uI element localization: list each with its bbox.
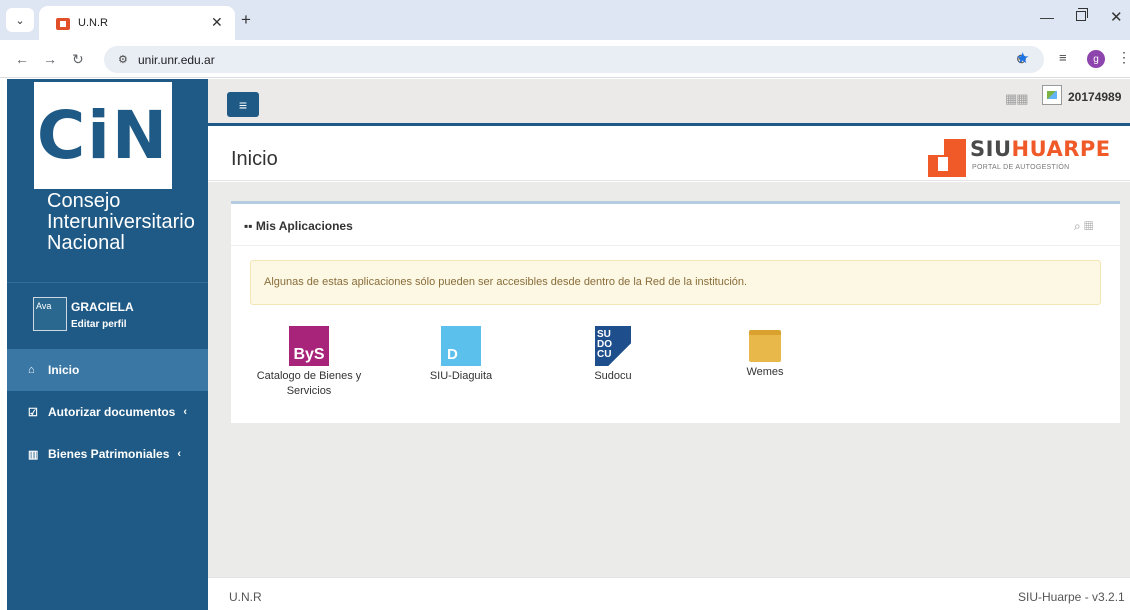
brand-huarpe: HUARPE bbox=[1011, 137, 1111, 161]
sidebar: CiN Consejo Interuniversitario Nacional … bbox=[7, 79, 208, 610]
app-catalogo-bienes-servicios[interactable]: ByS Catalogo de Bienes y Servicios bbox=[239, 326, 379, 399]
cin-logo[interactable]: CiN bbox=[34, 82, 172, 189]
sidebar-item-label: Autorizar documentos bbox=[48, 405, 176, 419]
user-image-icon[interactable] bbox=[1042, 85, 1062, 105]
panel-title: ▪▪ Mis Aplicaciones bbox=[244, 219, 353, 233]
sidebar-item-inicio[interactable]: ⌂ Inicio bbox=[7, 349, 208, 391]
panel-tools: ⌕ ▦ bbox=[1074, 219, 1093, 234]
check-square-icon: ☑ bbox=[28, 406, 38, 419]
bookmark-star-icon[interactable]: ★ bbox=[1016, 49, 1029, 67]
huarpe-mark-icon bbox=[928, 139, 966, 177]
sidebar-item-bienes-patrimoniales[interactable]: ▥ Bienes Patrimoniales ‹ bbox=[7, 433, 208, 475]
browser-toolbar: ← → ↻ ⚙ unir.unr.edu.ar ⊕ bbox=[0, 40, 1130, 78]
app-label: Wemes bbox=[746, 366, 784, 378]
sidebar-item-label: Inicio bbox=[48, 363, 80, 377]
siu-huarpe-logo: SIUHUARPE PORTAL DE AUTOGESTIÓN bbox=[928, 137, 1111, 177]
edit-profile-link[interactable]: Editar perfil bbox=[71, 319, 127, 330]
sudocu-icon: SU DO CU bbox=[595, 326, 631, 366]
tab-search-chevron-down-icon[interactable]: ⌄ bbox=[6, 8, 34, 32]
panel-divider bbox=[231, 245, 1120, 246]
bys-icon: ByS bbox=[289, 326, 329, 366]
network-warning-alert: Algunas de estas aplicaciones sólo puede… bbox=[250, 260, 1101, 305]
grid-view-icon[interactable]: ▦ bbox=[1084, 219, 1093, 233]
browser-tab[interactable]: U.N.R ✕ bbox=[39, 6, 235, 40]
diaguita-icon: D bbox=[441, 326, 481, 366]
app-label: Catalogo de Bienes y Servicios bbox=[256, 370, 362, 397]
chevron-left-icon: ‹ bbox=[183, 406, 188, 418]
close-window-icon[interactable]: ✕ bbox=[1110, 8, 1123, 26]
app-wemes[interactable]: Wemes bbox=[695, 326, 835, 380]
favicon-icon bbox=[56, 18, 70, 30]
app-siu-diaguita[interactable]: D SIU-Diaguita bbox=[391, 326, 531, 384]
site-settings-icon[interactable]: ⚙ bbox=[118, 53, 128, 66]
avatar[interactable]: Ava bbox=[33, 297, 67, 331]
footer: U.N.R SIU-Huarpe - v3.2.1 bbox=[208, 577, 1130, 610]
address-bar[interactable]: ⚙ unir.unr.edu.ar ⊕ bbox=[104, 46, 1044, 73]
browser-menu-icon[interactable]: ⋮ bbox=[1117, 49, 1130, 66]
profile-avatar[interactable]: g bbox=[1087, 50, 1105, 68]
page-title: Inicio bbox=[231, 148, 278, 170]
org-name: Consejo Interuniversitario Nacional bbox=[47, 190, 195, 254]
apps-panel: ▪▪ Mis Aplicaciones ⌕ ▦ Algunas de estas… bbox=[231, 201, 1120, 423]
user-name: GRACIELA bbox=[71, 300, 134, 314]
app-label: Sudocu bbox=[594, 370, 632, 382]
apps-grid-icon[interactable]: ▦▦ bbox=[1005, 91, 1029, 107]
footer-institution: U.N.R bbox=[229, 590, 262, 604]
home-icon: ⌂ bbox=[28, 364, 35, 376]
folder-icon bbox=[749, 330, 781, 362]
tab-title: U.N.R bbox=[78, 17, 108, 29]
reload-icon[interactable]: ↻ bbox=[72, 51, 84, 68]
restore-window-icon[interactable] bbox=[1076, 8, 1088, 21]
brand-siu: SIU bbox=[970, 137, 1012, 161]
back-arrow-icon[interactable]: ← bbox=[15, 51, 29, 67]
close-tab-icon[interactable]: ✕ bbox=[211, 14, 223, 31]
barcode-icon: ▥ bbox=[28, 448, 39, 461]
sidebar-item-label: Bienes Patrimoniales bbox=[48, 447, 170, 461]
top-navbar: ≡ ▦▦ 20174989 bbox=[208, 79, 1130, 126]
reading-list-icon[interactable]: ≡ bbox=[1059, 50, 1067, 65]
app-label: SIU-Diaguita bbox=[429, 370, 493, 382]
forward-arrow-icon[interactable]: → bbox=[43, 51, 57, 67]
brand-subtitle: PORTAL DE AUTOGESTIÓN bbox=[972, 164, 1070, 171]
menu-toggle-hamburger-icon[interactable]: ≡ bbox=[227, 92, 259, 117]
user-id[interactable]: 20174989 bbox=[1068, 90, 1121, 104]
sidebar-divider bbox=[7, 282, 208, 283]
footer-version: SIU-Huarpe - v3.2.1 bbox=[1018, 590, 1125, 604]
browser-tab-bar: ⌄ U.N.R ✕ + — ✕ bbox=[0, 0, 1130, 40]
app-sudocu[interactable]: SU DO CU Sudocu bbox=[543, 326, 683, 384]
sidebar-item-autorizar-documentos[interactable]: ☑ Autorizar documentos ‹ bbox=[7, 391, 208, 433]
minimize-icon[interactable]: — bbox=[1040, 9, 1054, 25]
new-tab-plus-icon[interactable]: + bbox=[241, 10, 251, 30]
url-text[interactable]: unir.unr.edu.ar bbox=[138, 53, 215, 67]
grid-icon: ▪▪ bbox=[244, 219, 253, 233]
chevron-left-icon: ‹ bbox=[177, 448, 182, 460]
search-icon[interactable]: ⌕ bbox=[1074, 219, 1081, 233]
content-header: Inicio SIUHUARPE PORTAL DE AUTOGESTIÓN bbox=[208, 129, 1130, 181]
